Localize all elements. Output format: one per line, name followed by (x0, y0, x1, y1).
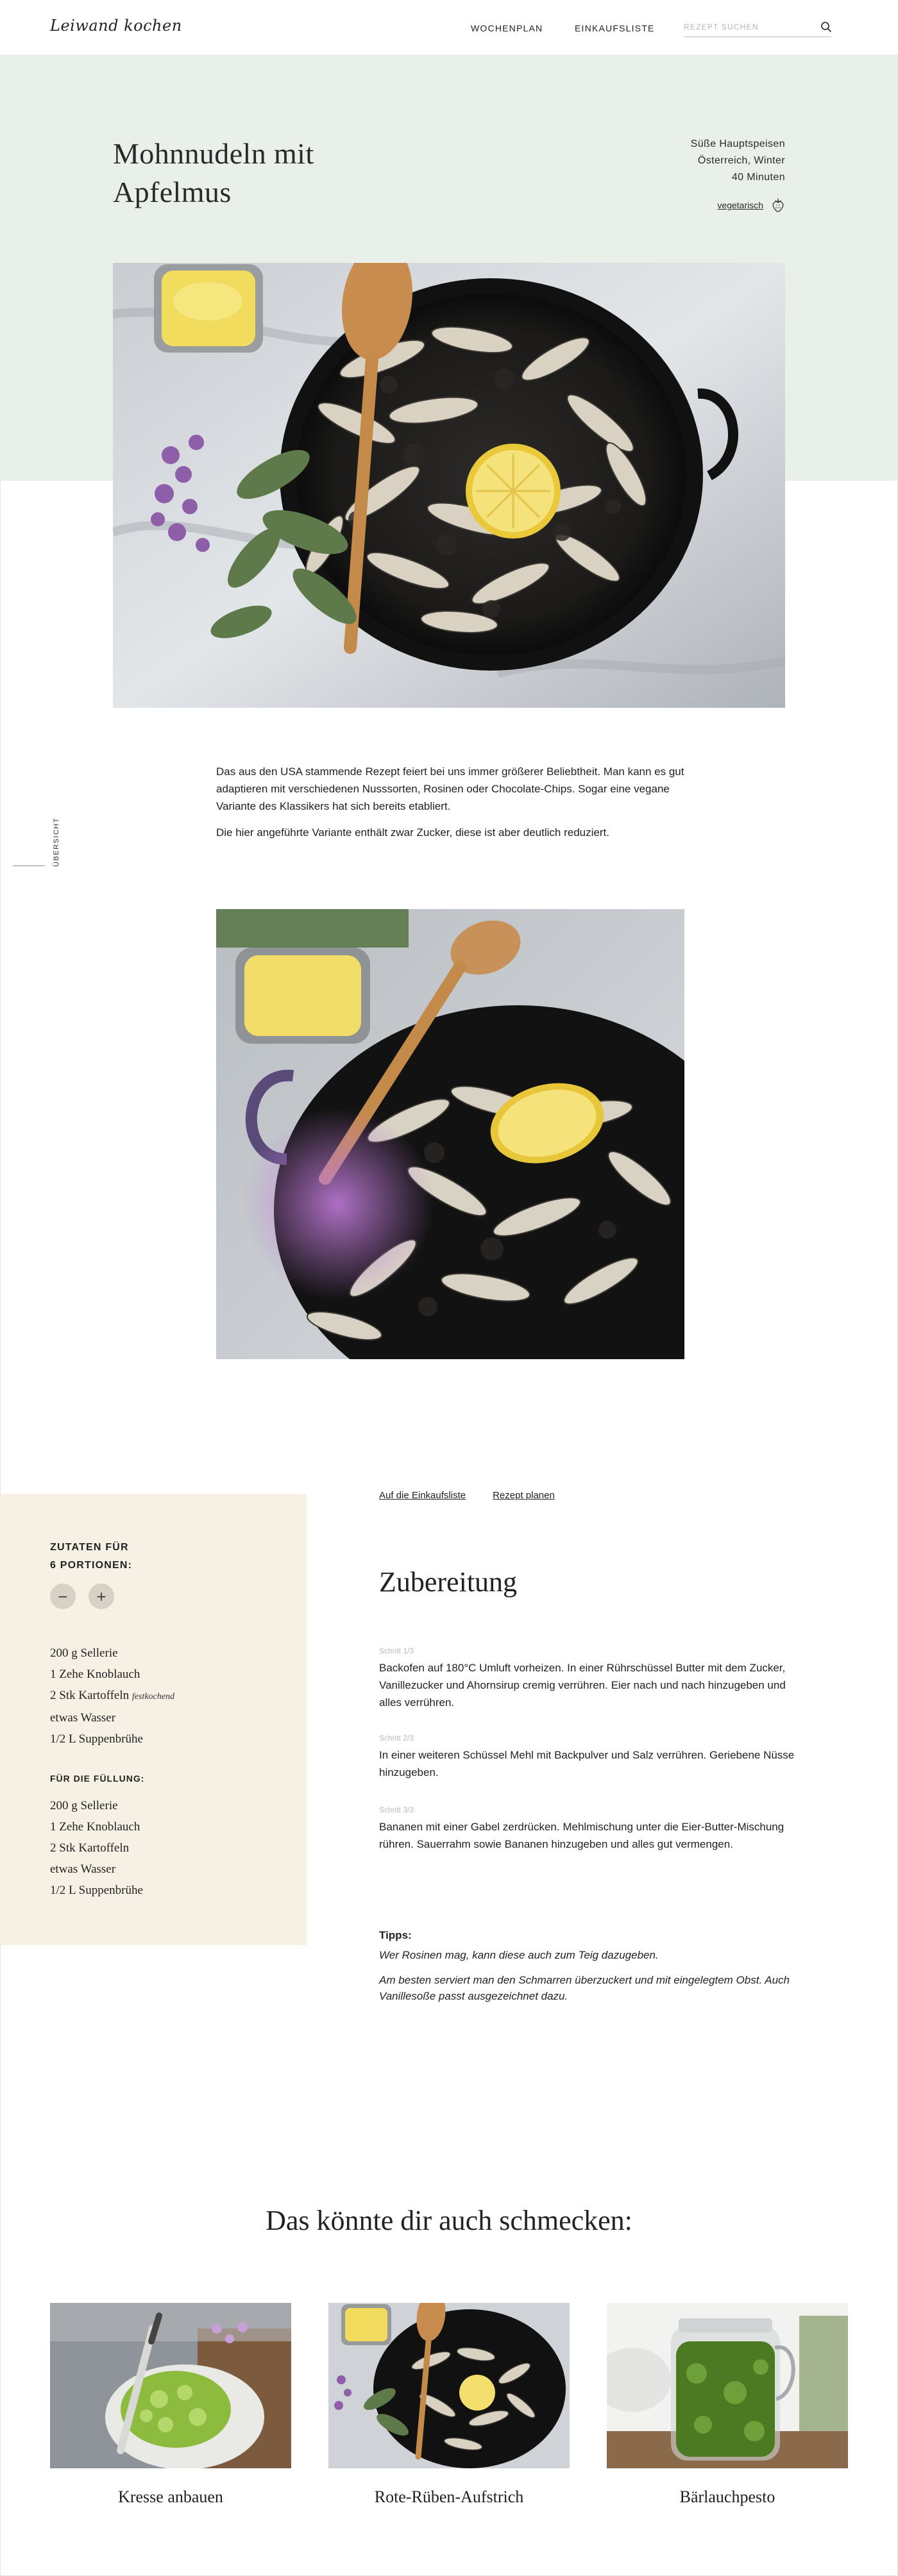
ingredient-text: 2 Stk Kartoffeln (50, 1689, 130, 1702)
secondary-recipe-photo (216, 909, 684, 1359)
vegetarian-link[interactable]: vegetarisch (717, 200, 763, 210)
plan-recipe-link[interactable]: Rezept planen (493, 1490, 555, 1501)
filling-list: 200 g Sellerie 1 Zehe Knoblauch 2 Stk Ka… (50, 1795, 281, 1901)
card-title: Kresse anbauen (118, 2488, 223, 2506)
strawberry-icon (772, 198, 784, 212)
hero-recipe-photo (113, 263, 785, 708)
tips-heading: Tipps: (379, 1929, 412, 1941)
related-recipe-card[interactable]: Bärlauchpesto (607, 2303, 848, 2507)
list-item: 1 Zehe Knoblauch (50, 1820, 140, 1834)
increase-servings-button[interactable]: + (89, 1584, 114, 1609)
nav-einkaufsliste[interactable]: EINKAUFSLISTE (575, 23, 655, 33)
preparation-step: Schritt 1/3 Backofen auf 180°C Umluft vo… (379, 1646, 802, 1711)
list-item: 2 Stk Kartoffeln (50, 1841, 130, 1855)
list-item: 200 g Sellerie (50, 1643, 281, 1664)
step-label: Schritt 2/3 (379, 1734, 414, 1743)
search-icon[interactable] (820, 21, 833, 33)
top-navigation: Leiwand kochen WOCHENPLAN EINKAUFSLISTE (0, 0, 898, 55)
list-item: 1 Zehe Knoblauch (50, 1664, 281, 1685)
intro-paragraph: Das aus den USA stammende Rezept feiert … (216, 765, 684, 812)
ingredient-text: 1 Zehe Knoblauch (50, 1668, 140, 1681)
preparation-step: Schritt 3/3 Bananen mit einer Gabel zerd… (379, 1805, 802, 1853)
step-text: Bananen mit einer Gabel zerdrücken. Mehl… (379, 1821, 784, 1850)
wild-garlic-pesto-photo (607, 2303, 848, 2468)
intro-paragraph: Die hier angeführte Variante enthält zwa… (216, 826, 609, 839)
card-title: Rote-Rüben-Aufstrich (374, 2488, 524, 2506)
search-input[interactable] (684, 18, 812, 36)
ingredients-heading-line: ZUTATEN FÜR (50, 1542, 129, 1553)
decrease-servings-button[interactable]: − (50, 1584, 76, 1609)
search-bar (684, 18, 831, 37)
meta-duration: 40 Minuten (731, 172, 785, 183)
recipe-intro: Das aus den USA stammende Rezept feiert … (216, 763, 684, 850)
site-logo[interactable]: Leiwand kochen (50, 17, 182, 35)
beetroot-spread-photo (328, 2303, 570, 2468)
poppy-noodles-closeup-photo (216, 909, 684, 1359)
ingredient-text: etwas Wasser (50, 1711, 116, 1725)
diet-tag: vegetarisch (717, 197, 785, 213)
ingredients-list: 200 g Sellerie 1 Zehe Knoblauch 2 Stk Ka… (50, 1643, 281, 1750)
related-recipes-title: Das könnte dir auch schmecken: (266, 2205, 632, 2236)
list-item: 1/2 L Suppenbrühe (50, 1728, 281, 1750)
related-recipe-card[interactable]: Kresse anbauen (50, 2303, 291, 2507)
meta-region-season: Österreich, Winter (697, 155, 785, 166)
tips-section: Tipps: Wer Rosinen mag, kann diese auch … (379, 1927, 802, 2013)
step-label: Schritt 3/3 (379, 1805, 414, 1814)
overview-label: ÜBERSICHT (53, 817, 60, 867)
cress-photo (50, 2303, 291, 2468)
meta-category: Süße Hauptspeisen (690, 138, 785, 149)
filling-heading: FÜR DIE FÜLLUNG: (50, 1773, 145, 1784)
poppy-noodles-photo (113, 263, 785, 708)
ingredient-text: 200 g Sellerie (50, 1646, 118, 1660)
servings-count-label: 6 PORTIONEN: (50, 1560, 133, 1571)
step-label: Schritt 1/3 (379, 1646, 414, 1655)
ingredient-note: festkochend (131, 1692, 174, 1702)
recipe-actions: Auf die Einkaufsliste Rezept planen (379, 1490, 555, 1501)
ingredient-text: 1/2 L Suppenbrühe (50, 1732, 143, 1746)
list-item: 200 g Sellerie (50, 1799, 118, 1812)
tip-text: Am besten serviert man den Schmarren übe… (379, 1974, 790, 2002)
recipe-title: Mohnnudeln mit Apfelmus (113, 137, 314, 208)
related-recipe-card[interactable]: Rote-Rüben-Aufstrich (328, 2303, 570, 2507)
step-text: In einer weiteren Schüssel Mehl mit Back… (379, 1749, 795, 1778)
preparation-step: Schritt 2/3 In einer weiteren Schüssel M… (379, 1734, 802, 1781)
overview-toggle[interactable]: ÜBERSICHT (13, 817, 64, 904)
recipe-meta: Süße Hauptspeisen Österreich, Winter 40 … (691, 136, 785, 186)
preparation-title: Zubereitung (379, 1566, 518, 1598)
list-item: etwas Wasser (50, 1862, 116, 1876)
add-to-shopping-list-link[interactable]: Auf die Einkaufsliste (379, 1490, 466, 1501)
list-item: etwas Wasser (50, 1707, 281, 1728)
list-item: 2 Stk Kartoffeln festkochend (50, 1685, 281, 1707)
ingredients-heading: ZUTATEN FÜR 6 PORTIONEN: (50, 1539, 132, 1575)
step-text: Backofen auf 180°C Umluft vorheizen. In … (379, 1662, 786, 1709)
tip-text: Wer Rosinen mag, kann diese auch zum Tei… (379, 1949, 659, 1961)
list-item: 1/2 L Suppenbrühe (50, 1884, 143, 1897)
card-title: Bärlauchpesto (679, 2488, 775, 2506)
nav-wochenplan[interactable]: WOCHENPLAN (471, 23, 543, 33)
